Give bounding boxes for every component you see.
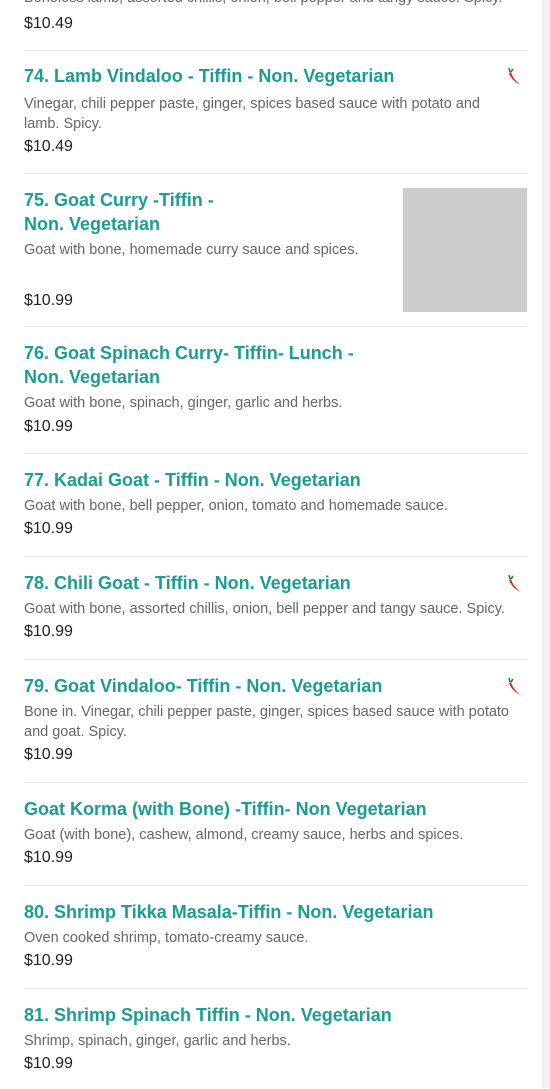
item-title: 79. Goat Vindaloo- Tiffin - Non. Vegetar… — [24, 676, 383, 696]
item-title: 74. Lamb Vindaloo - Tiffin - Non. Vegeta… — [24, 66, 395, 86]
menu-item-81[interactable]: 81. Shrimp Spinach Tiffin - Non. Vegetar… — [24, 989, 527, 1089]
item-price: $10.99 — [24, 849, 73, 866]
chili-pepper-icon — [508, 67, 521, 85]
chili-pepper-icon — [508, 574, 521, 592]
item-description: Vinegar, chili pepper paste, ginger, spi… — [24, 96, 480, 132]
item-title: 75. Goat Curry -Tiffin - Non. Vegetarian — [24, 190, 214, 234]
menu-item-74[interactable]: 74. Lamb Vindaloo - Tiffin - Non. Vegeta… — [24, 51, 527, 174]
item-title: Goat Korma (with Bone) -Tiffin- Non Vege… — [24, 799, 427, 819]
item-description: Goat with bone, spinach, ginger, garlic … — [24, 395, 343, 411]
item-price: $10.99 — [24, 418, 73, 435]
menu-item-80[interactable]: 80. Shrimp Tikka Masala-Tiffin - Non. Ve… — [24, 886, 527, 989]
menu-item-77[interactable]: 77. Kadai Goat - Tiffin - Non. Vegetaria… — [24, 454, 527, 557]
item-price: $10.49 — [24, 15, 73, 32]
item-title: 81. Shrimp Spinach Tiffin - Non. Vegetar… — [24, 1005, 392, 1025]
item-price: $10.99 — [24, 292, 73, 309]
item-title: 80. Shrimp Tikka Masala-Tiffin - Non. Ve… — [24, 902, 434, 922]
menu-item-75[interactable]: 75. Goat Curry -Tiffin - Non. Vegetarian… — [24, 174, 527, 327]
menu-item-79[interactable]: 79. Goat Vindaloo- Tiffin - Non. Vegetar… — [24, 660, 527, 783]
item-description: Goat (with bone), cashew, almond, creamy… — [24, 827, 464, 843]
scrollbar[interactable] — [542, 0, 550, 1088]
item-description: Bone in. Vinegar, chili pepper paste, gi… — [24, 704, 509, 740]
item-title: 77. Kadai Goat - Tiffin - Non. Vegetaria… — [24, 470, 361, 490]
item-price: $10.99 — [24, 746, 73, 763]
chili-pepper-icon — [508, 677, 521, 695]
item-price: $10.99 — [24, 520, 73, 537]
item-description: Oven cooked shrimp, tomato-creamy sauce. — [24, 930, 309, 946]
menu-list: Boneless lamb, assorted chillis, onion, … — [24, 0, 527, 1089]
item-price: $10.99 — [24, 952, 73, 969]
item-description: Goat with bone, assorted chillis, onion,… — [24, 601, 505, 617]
item-description: Shrimp, spinach, ginger, garlic and herb… — [24, 1033, 291, 1049]
menu-item-78[interactable]: 78. Chili Goat - Tiffin - Non. Vegetaria… — [24, 557, 527, 660]
item-description: Boneless lamb, assorted chillis, onion, … — [24, 0, 503, 8]
item-description: Goat with bone, bell pepper, onion, toma… — [24, 498, 449, 514]
food-image-placeholder[interactable] — [403, 188, 527, 312]
item-price: $10.99 — [24, 623, 73, 640]
menu-item-goat-korma[interactable]: Goat Korma (with Bone) -Tiffin- Non Vege… — [24, 783, 527, 886]
menu-item-partial[interactable]: Boneless lamb, assorted chillis, onion, … — [24, 0, 527, 51]
item-price: $10.99 — [24, 1055, 73, 1072]
item-title: 76. Goat Spinach Curry- Tiffin- Lunch - … — [24, 343, 354, 387]
item-price: $10.49 — [24, 138, 73, 155]
item-description: Goat with bone, homemade curry sauce and… — [24, 242, 359, 258]
menu-item-76[interactable]: 76. Goat Spinach Curry- Tiffin- Lunch - … — [24, 327, 527, 454]
item-title: 78. Chili Goat - Tiffin - Non. Vegetaria… — [24, 573, 351, 593]
